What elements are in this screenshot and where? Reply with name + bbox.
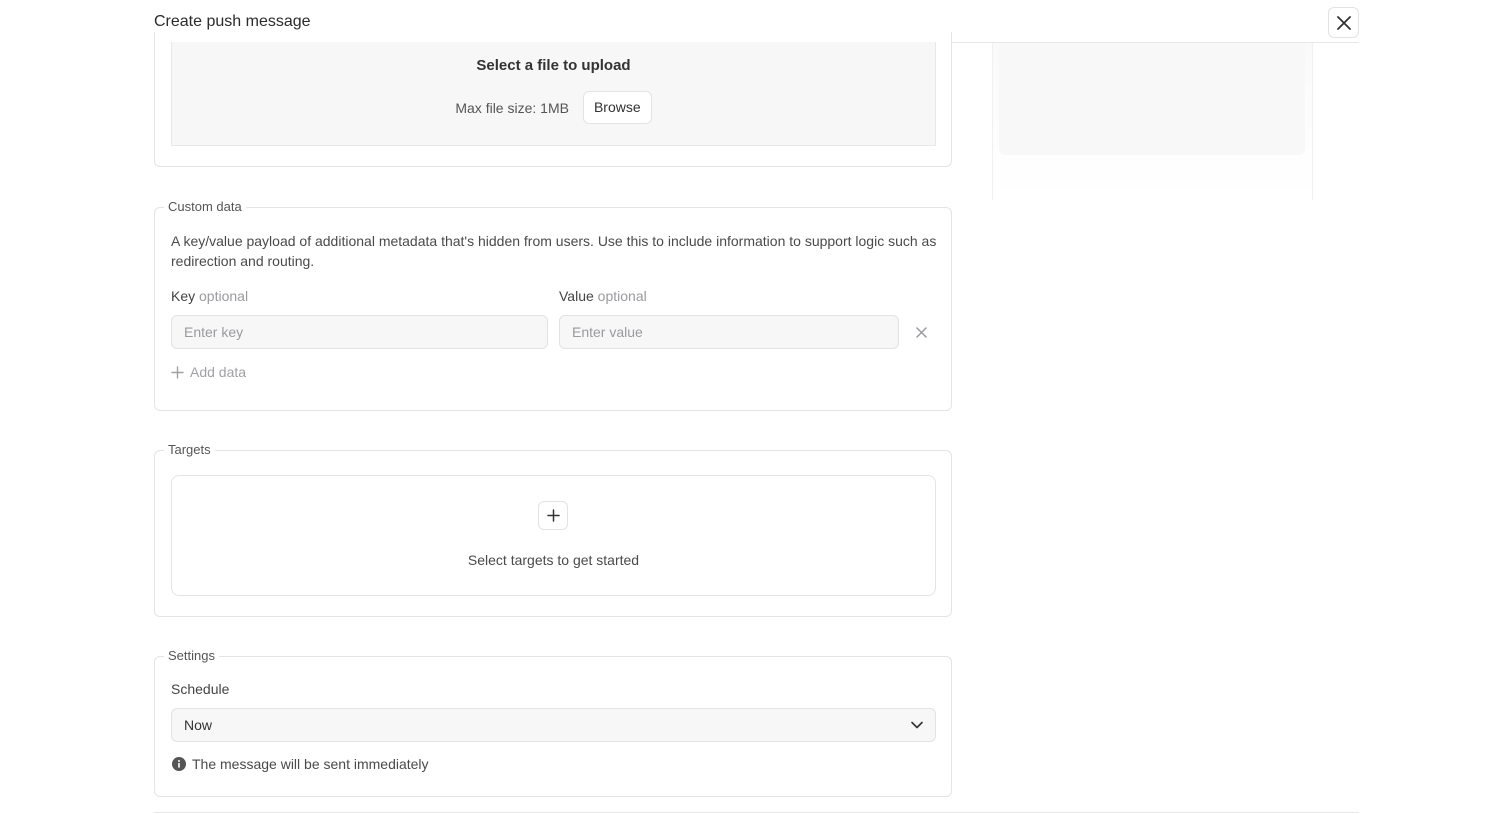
schedule-label: Schedule [171,681,230,697]
section-legend-custom-data: Custom data [164,199,246,214]
close-icon [1336,15,1351,30]
targets-empty-state: Select targets to get started [171,475,936,596]
schedule-info: The message will be sent immediately [172,756,429,772]
preview-placeholder [999,43,1305,155]
file-dropzone[interactable]: Select a file to upload Max file size: 1… [171,42,936,146]
section-legend-settings: Settings [164,648,219,663]
add-data-label: Add data [190,364,247,380]
chevron-down-icon [911,721,923,729]
key-input[interactable] [171,315,548,349]
value-optional-tag: optional [597,288,647,304]
upload-row: Max file size: 1MB Browse [172,91,935,124]
upload-title: Select a file to upload [476,57,631,74]
section-legend-targets: Targets [164,442,215,457]
max-file-size-hint: Max file size: 1MB [455,99,569,116]
add-data-button[interactable]: Add data [171,364,246,380]
custom-data-description: A key/value payload of additional metada… [171,233,937,269]
x-icon [915,326,927,338]
value-label: Value optional [559,288,647,304]
value-input[interactable] [559,315,899,349]
add-target-button[interactable] [538,501,568,530]
message-preview-panel [992,43,1313,200]
custom-data-section: Custom data A key/value payload of addit… [154,199,952,411]
modal-title: Create push message [154,13,311,30]
browse-button[interactable]: Browse [582,91,652,124]
info-icon [172,757,186,771]
schedule-select[interactable]: Now [171,708,936,742]
plus-icon [546,509,560,522]
plus-icon [171,365,184,379]
image-upload-section: Select a file to upload Max file size: 1… [154,32,952,167]
schedule-select-value: Now [184,717,213,733]
key-optional-tag: optional [199,288,249,304]
value-label-text: Value [559,288,594,304]
targets-section: Targets Select targets to get started [154,442,952,617]
remove-row-button[interactable] [913,324,929,340]
schedule-info-text: The message will be sent immediately [192,756,429,772]
key-label-text: Key [171,288,196,304]
targets-empty-text: Select targets to get started [467,552,640,568]
close-button[interactable] [1328,7,1359,38]
key-label: Key optional [171,288,248,304]
settings-section: Settings Schedule Now The message will b… [154,648,952,797]
footer-divider [154,812,1359,813]
